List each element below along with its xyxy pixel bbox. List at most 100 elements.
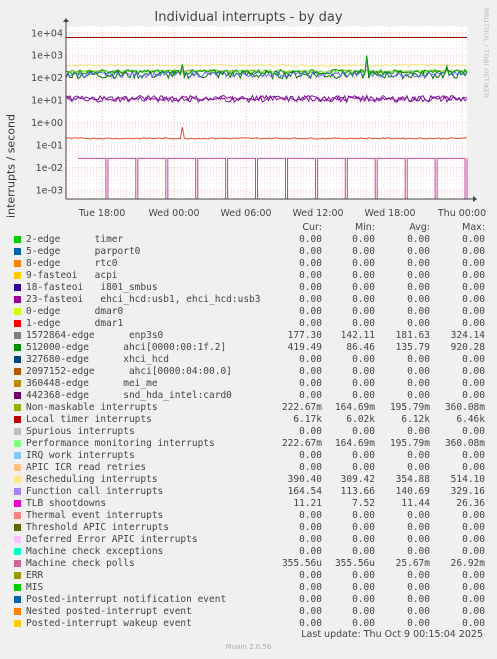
legend-name: Non-maskable interrupts (26, 402, 158, 413)
legend-row: MIS 0.00 0.00 0.00 0.00 (12, 582, 492, 594)
x-tick-label: Wed 00:00 (148, 208, 199, 219)
legend-max-value: 0.00 (462, 390, 485, 401)
legend-max-value: 360.08m (444, 438, 485, 449)
legend-name: 5-edge parport0 (26, 246, 141, 257)
legend-swatch (14, 452, 21, 459)
legend-swatch (14, 500, 21, 507)
legend-row: Rescheduling interrupts 390.40 309.42 354.8… (12, 474, 492, 486)
legend-max-value: 0.00 (462, 426, 485, 437)
legend-row: Non-maskable interrupts 222.67m 164.69m 195… (12, 402, 492, 414)
legend-name: Nested posted-interrupt event (26, 606, 192, 617)
legend-max-value: 0.00 (462, 258, 485, 269)
legend-max-value: 0.00 (462, 582, 485, 593)
legend-name: APIC ICR read retries (26, 462, 147, 473)
legend-row: 23-fasteoi ehci_hcd:usb1, ehci_hcd:usb3 0… (12, 294, 492, 306)
legend-swatch (14, 416, 21, 423)
legend-row: Posted-interrupt notification event 0.00 0… (12, 594, 492, 606)
legend-name: Deferred Error APIC interrupts (26, 534, 198, 545)
legend-max-value: 0.00 (462, 510, 485, 521)
legend-swatch (14, 296, 21, 303)
legend-header-row: Cur: Min: Avg: Max: (12, 222, 492, 234)
legend-swatch (14, 272, 21, 279)
legend-name: 23-fasteoi ehci_hcd:usb1, ehci_hcd:usb3 (26, 294, 261, 305)
legend-row: 5-edge parport0 0.00 0.00 0.00 0.00 (12, 246, 492, 258)
legend-max-value: 0.00 (462, 378, 485, 389)
legend-swatch (14, 344, 21, 351)
legend-swatch (14, 488, 21, 495)
y-tick-label: 1e+00 (31, 118, 63, 129)
legend-swatch (14, 572, 21, 579)
x-axis-arrow-icon (473, 196, 477, 202)
legend-name: 360448-edge mei_me (26, 378, 158, 389)
legend-name: Spurious interrupts (26, 426, 135, 437)
legend-swatch (14, 512, 21, 519)
legend-swatch (14, 536, 21, 543)
legend-name: Rescheduling interrupts (26, 474, 158, 485)
legend-name: 18-fasteoi i801_smbus (26, 282, 158, 293)
legend-row: TLB shootdowns 11.21 7.52 11.44 26.36 (12, 498, 492, 510)
legend-swatch (14, 464, 21, 471)
legend-name: ERR (26, 570, 44, 581)
legend-row: 327680-edge xhci_hcd 0.00 0.00 0.00 0.00 (12, 354, 492, 366)
legend-max-value: 0.00 (462, 366, 485, 377)
legend-header-max: Max: (462, 222, 485, 233)
legend-row: Local timer interrupts 6.17k 6.02k 6.12k 6.4… (12, 414, 492, 426)
legend-name: 442368-edge snd_hda_intel:card0 (26, 390, 232, 401)
legend-swatch (14, 596, 21, 603)
legend-row: 512000-edge ahci[0000:00:1f.2] 419.49 86.4… (12, 342, 492, 354)
y-tick-label: 1e-02 (36, 163, 63, 174)
legend-max-value: 0.00 (462, 522, 485, 533)
y-tick-label: 1e+01 (31, 96, 63, 107)
last-update: Last update: Thu Oct 9 00:15:04 2025 (301, 629, 483, 640)
legend-name: Thermal event interrupts (26, 510, 164, 521)
legend-swatch (14, 332, 21, 339)
legend-max-value: 0.00 (462, 450, 485, 461)
legend-max-value: 0.00 (462, 570, 485, 581)
legend-max-value: 0.00 (462, 306, 485, 317)
legend-max-value: 360.08m (444, 402, 485, 413)
legend-swatch (14, 524, 21, 531)
legend-row: 8-edge rtc0 0.00 0.00 0.00 0.00 (12, 258, 492, 270)
legend-swatch (14, 236, 21, 243)
legend-name: MIS (26, 582, 44, 593)
legend-max-value: 0.00 (462, 546, 485, 557)
legend-swatch (14, 284, 21, 291)
y-tick-label: 1e-01 (36, 141, 63, 152)
x-tick-label: Wed 12:00 (292, 208, 343, 219)
y-tick-label: 1e+02 (31, 73, 63, 84)
legend-row: 0-edge dmar0 0.00 0.00 0.00 0.00 (12, 306, 492, 318)
legend-max-value: 0.00 (462, 282, 485, 293)
plot-area: 1e-03 1e-02 1e-01 1e+00 1e+01 1e+02 1e+03 1e+04… (31, 18, 486, 219)
legend-name: 1572864-edge enp3s0 (26, 330, 164, 341)
legend-swatch (14, 560, 21, 567)
legend-max-value: 26.92m (450, 558, 485, 569)
legend-name: 1-edge dmar1 (26, 318, 124, 329)
legend-swatch (14, 404, 21, 411)
legend-max-value: 0.00 (462, 234, 485, 245)
legend-row: IRQ work interrupts 0.00 0.00 0.00 0.00 (12, 450, 492, 462)
legend-max-value: 0.00 (462, 318, 485, 329)
legend-row: Deferred Error APIC interrupts 0.00 0.00 0.… (12, 534, 492, 546)
legend-max-value: 0.00 (462, 606, 485, 617)
legend-max-value: 0.00 (462, 270, 485, 281)
legend-max-value: 0.00 (462, 294, 485, 305)
legend-row: 9-fasteoi acpi 0.00 0.00 0.00 0.00 (12, 270, 492, 282)
legend-max-value: 920.28 (450, 342, 485, 353)
legend-name: TLB shootdowns (26, 498, 107, 509)
legend-swatch (14, 428, 21, 435)
legend-max-value: 0.00 (462, 534, 485, 545)
legend-swatch (14, 308, 21, 315)
legend-row: ERR 0.00 0.00 0.00 0.00 (12, 570, 492, 582)
legend-row: 1-edge dmar1 0.00 0.00 0.00 0.00 (12, 318, 492, 330)
legend-table: Cur: Min: Avg: Max: 2-edge timer 0.00 0.00… (12, 222, 492, 630)
legend-name: Threshold APIC interrupts (26, 522, 169, 533)
legend-row: Performance monitoring interrupts 222.67m… (12, 438, 492, 450)
legend-name: Machine check exceptions (26, 546, 164, 557)
legend-swatch (14, 584, 21, 591)
legend-row: 442368-edge snd_hda_intel:card0 0.00 0.00 0… (12, 390, 492, 402)
legend-max-value: 0.00 (462, 594, 485, 605)
legend-swatch (14, 320, 21, 327)
legend-swatch (14, 380, 21, 387)
legend-row: Machine check exceptions 0.00 0.00 0.00 0.00 (12, 546, 492, 558)
legend-row: 2-edge timer 0.00 0.00 0.00 0.00 (12, 234, 492, 246)
